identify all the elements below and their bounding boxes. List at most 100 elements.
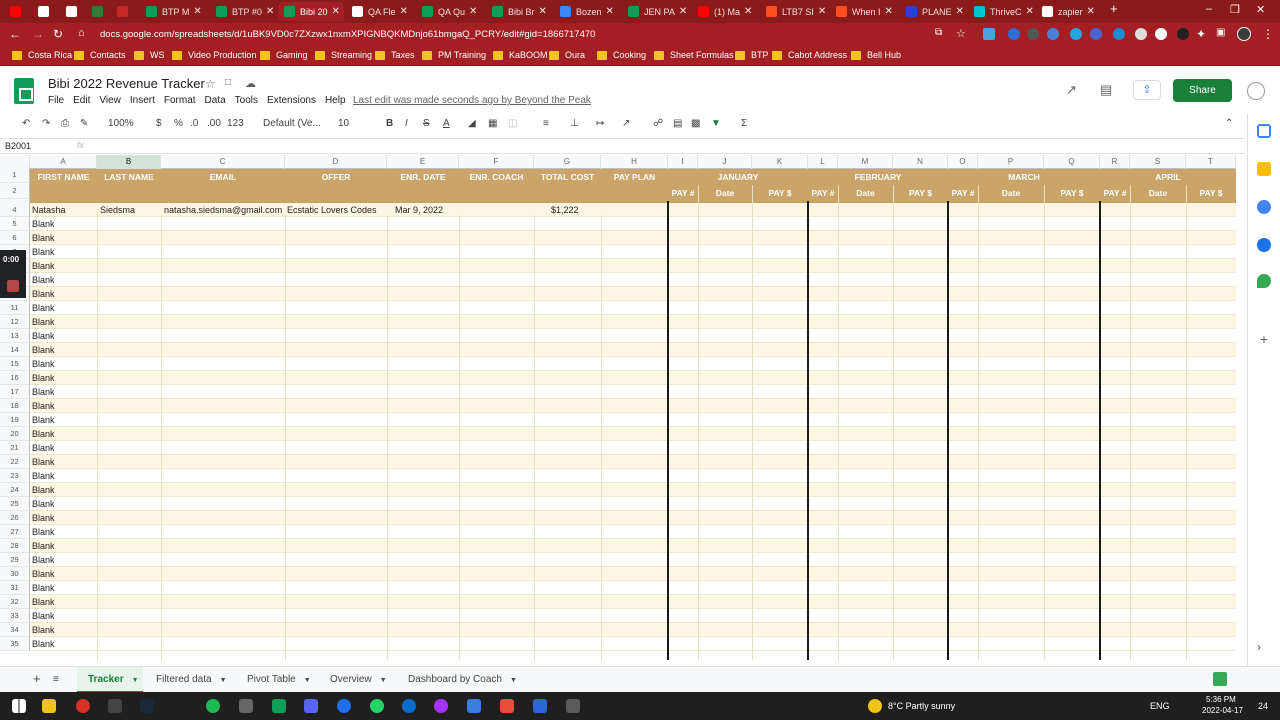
cell-first-name[interactable]: Blank bbox=[32, 259, 98, 273]
menu-item-extensions[interactable]: Extensions bbox=[267, 95, 316, 109]
browser-tab[interactable]: BTP M ✕ bbox=[140, 2, 206, 21]
column-header-r[interactable]: R bbox=[1100, 155, 1130, 169]
cell-first-name[interactable]: Blank bbox=[32, 301, 98, 315]
table-row[interactable]: Natasha Siedsma natasha.siedsma@gmail.com E… bbox=[30, 203, 1236, 217]
calendar-icon[interactable] bbox=[1257, 124, 1271, 138]
column-header-h[interactable]: H bbox=[601, 155, 668, 169]
text-wrap-icon[interactable]: ↦ bbox=[596, 118, 604, 129]
browser-tab[interactable]: QA Fle ✕ bbox=[346, 2, 412, 21]
tab-close-icon[interactable]: ✕ bbox=[1087, 6, 1095, 17]
comments-icon[interactable]: ▤ bbox=[1100, 82, 1112, 98]
table-row[interactable]: Blank bbox=[30, 315, 1236, 329]
app-icon[interactable] bbox=[467, 699, 481, 713]
table-row[interactable]: Blank bbox=[30, 385, 1236, 399]
table-row[interactable]: Blank bbox=[30, 399, 1236, 413]
row-header[interactable]: 28 bbox=[0, 539, 30, 553]
row-header[interactable]: 20 bbox=[0, 427, 30, 441]
share-button[interactable]: Share bbox=[1173, 79, 1232, 102]
cell-first-name[interactable]: Blank bbox=[32, 287, 98, 301]
row-header[interactable]: 5 bbox=[0, 217, 30, 231]
text-rotation-icon[interactable]: ↗ bbox=[622, 118, 630, 129]
bookmark-item[interactable]: Oura bbox=[549, 50, 585, 60]
tab-close-icon[interactable]: ✕ bbox=[956, 6, 964, 17]
browser-tab[interactable]: Bozen ✕ bbox=[554, 2, 620, 21]
insert-link-icon[interactable]: ☍ bbox=[653, 118, 663, 129]
avatar[interactable] bbox=[1237, 27, 1251, 41]
cell-first-name[interactable]: Blank bbox=[32, 511, 98, 525]
minimize-icon[interactable]: – bbox=[1206, 3, 1212, 15]
row-header[interactable]: 23 bbox=[0, 469, 30, 483]
cell-first-name[interactable]: Blank bbox=[32, 595, 98, 609]
table-row[interactable]: Blank bbox=[30, 623, 1236, 637]
column-header-s[interactable]: S bbox=[1130, 155, 1186, 169]
keep-icon[interactable] bbox=[1257, 162, 1271, 176]
bookmark-item[interactable]: Streaming bbox=[315, 50, 372, 60]
pinned-tab-icon[interactable] bbox=[92, 6, 103, 17]
add-addon-icon[interactable]: + bbox=[1257, 332, 1271, 346]
puzzle-icon[interactable]: ✦ bbox=[1196, 27, 1206, 41]
row-header[interactable]: 22 bbox=[0, 455, 30, 469]
column-header-l[interactable]: L bbox=[808, 155, 838, 169]
cell-first-name[interactable]: Blank bbox=[32, 581, 98, 595]
sheet-tab[interactable]: Pivot Table ▼ bbox=[247, 674, 311, 685]
table-row[interactable]: Blank bbox=[30, 497, 1236, 511]
cell-offer[interactable]: Ecstatic Lovers Codes bbox=[287, 203, 387, 217]
back-icon[interactable]: ← bbox=[9, 27, 21, 41]
cell-first-name[interactable]: Blank bbox=[32, 469, 98, 483]
zoom-select[interactable]: 100% bbox=[108, 118, 134, 129]
tasks-icon[interactable] bbox=[1257, 200, 1271, 214]
table-row[interactable]: Blank bbox=[30, 287, 1236, 301]
whatsapp-icon[interactable] bbox=[370, 699, 384, 713]
filter-icon[interactable]: ▼ bbox=[711, 118, 721, 129]
column-header-d[interactable]: D bbox=[285, 155, 387, 169]
table-row[interactable]: Blank bbox=[30, 483, 1236, 497]
cell-total-cost[interactable]: $1,222 bbox=[551, 203, 596, 217]
account-avatar[interactable] bbox=[1247, 82, 1265, 100]
column-header-o[interactable]: O bbox=[948, 155, 978, 169]
insert-comment-icon[interactable]: ▤ bbox=[673, 118, 682, 129]
row-header[interactable]: 16 bbox=[0, 371, 30, 385]
browser-tab[interactable]: ThriveC ✕ bbox=[968, 2, 1034, 21]
row-header[interactable]: 17 bbox=[0, 385, 30, 399]
add-sheet-icon[interactable]: + bbox=[33, 671, 41, 686]
app-icon[interactable] bbox=[337, 699, 351, 713]
increase-decimal-button[interactable]: .00 bbox=[207, 118, 221, 129]
table-row[interactable]: Blank bbox=[30, 427, 1236, 441]
bookmark-item[interactable]: Costa Rica bbox=[12, 50, 72, 60]
tab-close-icon[interactable]: ✕ bbox=[332, 6, 340, 17]
app-icon[interactable] bbox=[566, 699, 580, 713]
bookmark-star-icon[interactable]: ☆ bbox=[956, 27, 966, 40]
table-row[interactable]: Blank bbox=[30, 371, 1236, 385]
cell-first-name[interactable]: Blank bbox=[32, 539, 98, 553]
column-header-c[interactable]: C bbox=[161, 155, 285, 169]
menu-item-view[interactable]: View bbox=[99, 95, 121, 109]
strikethrough-button[interactable]: S bbox=[423, 118, 430, 129]
bookmark-item[interactable]: Video Production bbox=[172, 50, 256, 60]
column-header-b[interactable]: B bbox=[97, 155, 161, 169]
table-row[interactable]: Blank bbox=[30, 581, 1236, 595]
table-row[interactable]: Blank bbox=[30, 343, 1236, 357]
browser-tab[interactable]: When I ✕ bbox=[830, 2, 896, 21]
column-header-j[interactable]: J bbox=[698, 155, 752, 169]
extension-icon[interactable] bbox=[1155, 28, 1167, 40]
window-close-icon[interactable]: ✕ bbox=[1256, 3, 1265, 16]
clock-date[interactable]: 2022-04-17 bbox=[1202, 706, 1243, 715]
browser-tab[interactable]: Bibi 20 ✕ bbox=[278, 2, 344, 21]
browser-tab[interactable]: (1) Ma ✕ bbox=[692, 2, 758, 21]
menu-item-file[interactable]: File bbox=[48, 95, 64, 109]
tab-close-icon[interactable]: ✕ bbox=[885, 6, 893, 17]
stop-icon[interactable] bbox=[7, 280, 19, 292]
sheet-tab[interactable]: Overview ▼ bbox=[330, 674, 387, 685]
table-row[interactable]: Blank bbox=[30, 553, 1236, 567]
home-icon[interactable]: ⌂ bbox=[78, 27, 85, 39]
file-explorer-icon[interactable] bbox=[42, 699, 56, 713]
bookmark-item[interactable]: Taxes bbox=[375, 50, 415, 60]
document-title[interactable]: Bibi 2022 Revenue Tracker bbox=[48, 76, 205, 91]
table-row[interactable]: Blank bbox=[30, 301, 1236, 315]
cell-first-name[interactable]: Blank bbox=[32, 343, 98, 357]
cell-first-name[interactable]: Blank bbox=[32, 553, 98, 567]
fill-color-icon[interactable]: ◢ bbox=[468, 118, 476, 129]
tab-close-icon[interactable]: ✕ bbox=[606, 6, 614, 17]
url-field[interactable]: docs.google.com/spreadsheets/d/1uBK9VD0c… bbox=[100, 26, 980, 43]
star-icon[interactable]: ☆ bbox=[205, 77, 216, 91]
